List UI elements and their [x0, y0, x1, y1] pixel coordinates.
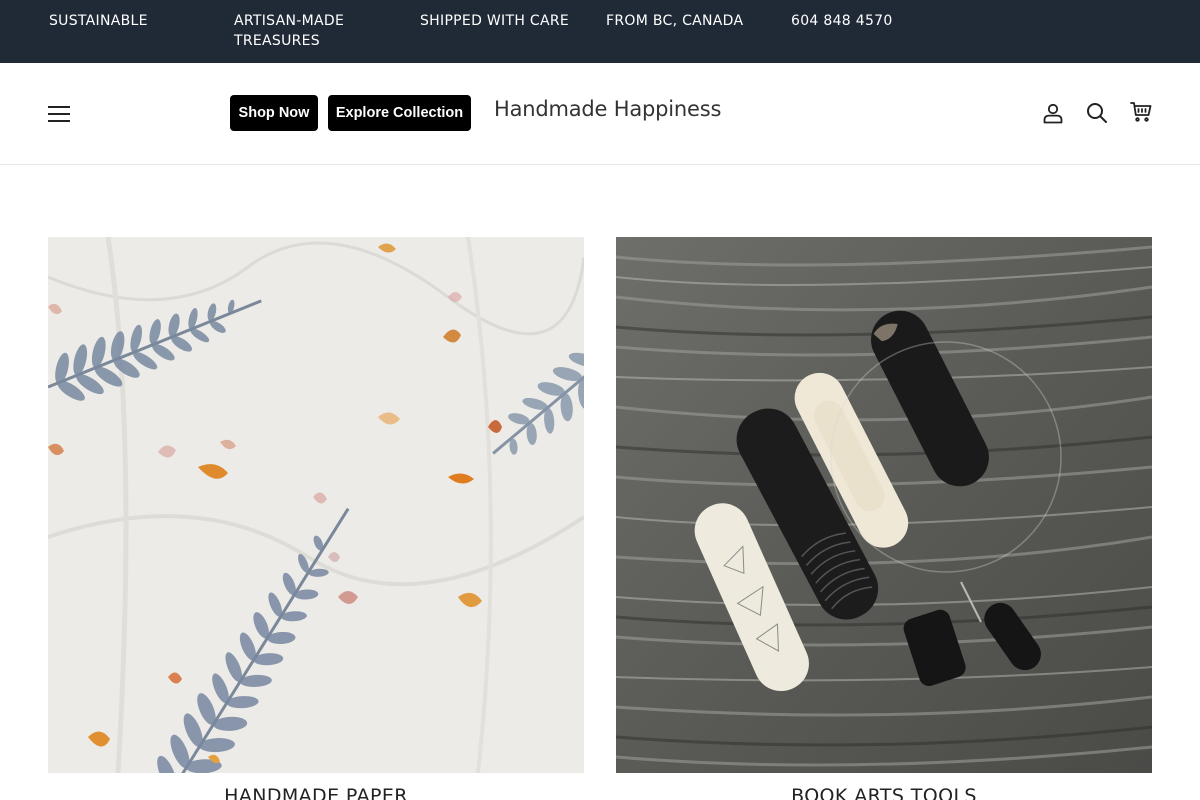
account-icon[interactable] [1041, 101, 1065, 125]
collection-title-handmade-paper[interactable]: HANDMADE PAPER [48, 785, 584, 800]
site-header: Shop Now Explore Collection Handmade Hap… [0, 63, 1200, 165]
fern-petal-paper-image[interactable] [48, 237, 584, 773]
announcement-item-origin: FROM BC, CANADA [606, 13, 744, 29]
search-icon[interactable] [1085, 101, 1109, 125]
cart-icon[interactable] [1129, 100, 1153, 124]
announcement-item-sustainable: SUSTAINABLE [49, 13, 148, 29]
announcement-phone[interactable]: 604 848 4570 [791, 11, 893, 31]
menu-line [48, 120, 70, 122]
bone-folder-tools-image[interactable] [616, 237, 1152, 773]
announcement-bar: SUSTAINABLE ARTISAN-MADE TREASURES SHIPP… [0, 0, 1200, 63]
explore-collection-button[interactable]: Explore Collection [328, 95, 471, 131]
menu-line [48, 106, 70, 108]
collection-card-handmade-paper[interactable]: HANDMADE PAPER [48, 237, 584, 800]
shop-now-button[interactable]: Shop Now [230, 95, 318, 131]
announcement-item-shipping: SHIPPED WITH CARE [420, 13, 570, 29]
menu-line [48, 113, 70, 115]
hamburger-menu-icon[interactable] [48, 105, 71, 123]
collection-card-book-arts-tools[interactable]: BOOK ARTS TOOLS [616, 237, 1152, 800]
announcement-item-artisan: ARTISAN-MADE TREASURES [234, 13, 345, 49]
collection-title-book-arts-tools[interactable]: BOOK ARTS TOOLS [616, 785, 1152, 800]
site-logo[interactable]: Handmade Happiness [494, 97, 721, 121]
